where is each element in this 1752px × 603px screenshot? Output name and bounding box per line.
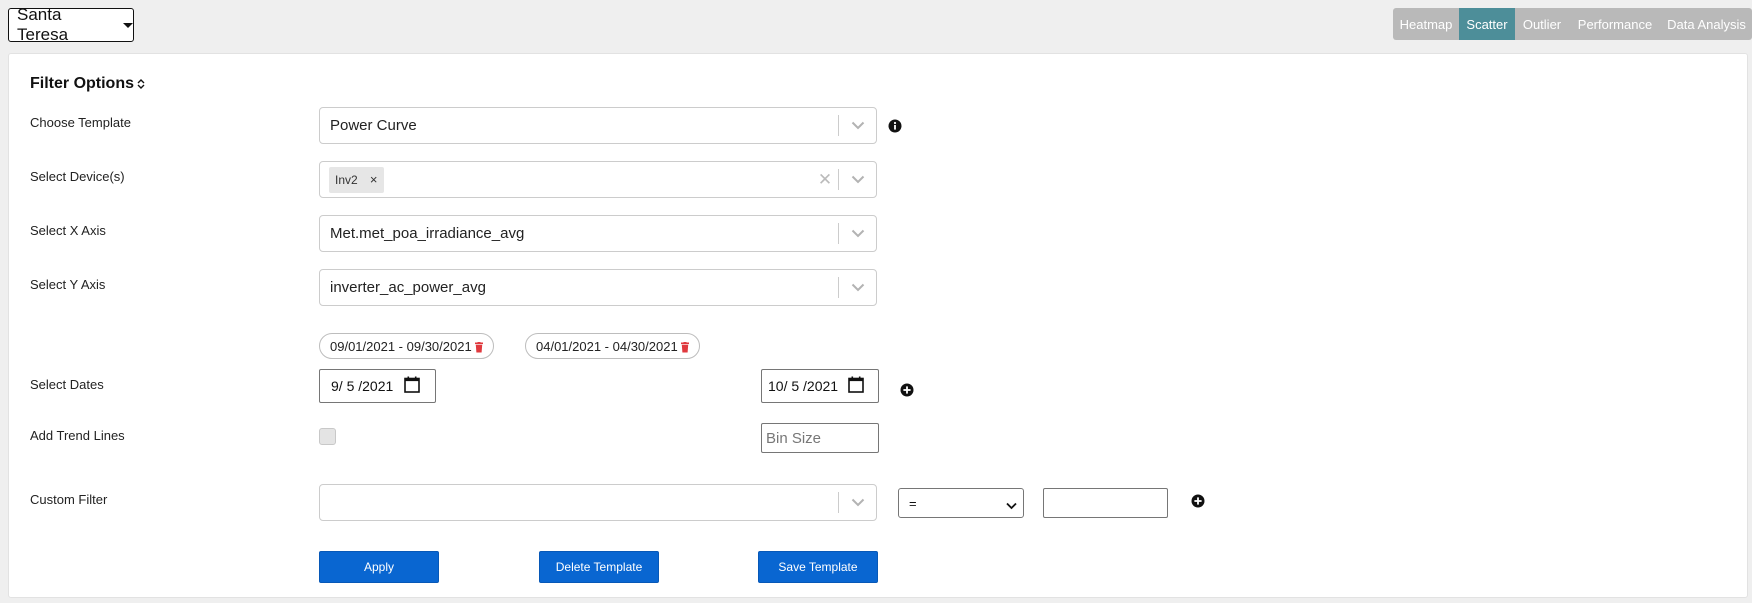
chip-remove-icon[interactable]: × xyxy=(364,167,384,193)
x-axis-value: Met.met_poa_irradiance_avg xyxy=(330,225,525,242)
site-selector[interactable]: Santa Teresa xyxy=(8,5,134,44)
trash-icon[interactable] xyxy=(680,341,690,352)
y-axis-select[interactable]: inverter_ac_power_avg xyxy=(319,269,877,306)
chevron-down-icon[interactable] xyxy=(839,216,876,251)
add-custom-filter-icon[interactable] xyxy=(1191,494,1205,508)
x-axis-select[interactable]: Met.met_poa_irradiance_avg xyxy=(319,215,877,252)
devices-label: Select Device(s) xyxy=(30,169,125,184)
x-axis-label: Select X Axis xyxy=(30,223,106,238)
tab-performance[interactable]: Performance xyxy=(1569,8,1661,40)
chevron-down-icon[interactable] xyxy=(839,108,876,143)
clear-icon[interactable]: ✕ xyxy=(812,162,838,197)
end-date-input[interactable]: 10/ 5 /2021 xyxy=(761,369,879,403)
custom-filter-value-input[interactable] xyxy=(1043,488,1168,518)
add-date-range-icon[interactable] xyxy=(900,383,914,397)
date-range-text: 09/01/2021 - 09/30/2021 xyxy=(330,338,472,354)
caret-down-icon xyxy=(123,22,133,28)
end-date-value: 10/ 5 /2021 xyxy=(768,378,839,394)
trend-lines-label: Add Trend Lines xyxy=(30,428,125,443)
bin-size-input[interactable] xyxy=(761,423,879,453)
tab-scatter[interactable]: Scatter xyxy=(1459,8,1515,40)
tab-heatmap[interactable]: Heatmap xyxy=(1393,8,1459,40)
device-chip-label: Inv2 xyxy=(335,172,358,187)
calendar-icon[interactable] xyxy=(848,376,864,396)
devices-multiselect[interactable]: Inv2 × ✕ xyxy=(319,161,877,198)
template-select[interactable]: Power Curve xyxy=(319,107,877,144)
trend-lines-checkbox[interactable] xyxy=(319,428,336,445)
view-tabs: Heatmap Scatter Outlier Performance Data… xyxy=(1393,8,1752,40)
trash-icon[interactable] xyxy=(474,341,484,352)
panel-title: Filter Options xyxy=(30,75,134,92)
chevron-down-icon[interactable] xyxy=(839,162,876,197)
date-range-text: 04/01/2021 - 04/30/2021 xyxy=(536,338,678,354)
custom-filter-field-select[interactable] xyxy=(319,484,877,521)
y-axis-value: inverter_ac_power_avg xyxy=(330,279,486,296)
start-date-input[interactable]: 9/ 5 /2021 xyxy=(319,369,436,403)
chevron-down-icon[interactable] xyxy=(839,485,876,520)
operator-select[interactable]: = xyxy=(898,488,1024,518)
collapse-chevron-icon xyxy=(137,79,145,89)
calendar-icon[interactable] xyxy=(404,376,421,396)
date-range-pill: 09/01/2021 - 09/30/2021 xyxy=(319,333,494,359)
save-template-button[interactable]: Save Template xyxy=(758,551,878,583)
dates-label: Select Dates xyxy=(30,377,104,392)
filter-panel: Filter Options Choose Template Power Cur… xyxy=(8,53,1748,598)
device-chip: Inv2 × xyxy=(329,166,384,193)
filter-options-toggle[interactable]: Filter Options xyxy=(30,75,145,93)
custom-filter-label: Custom Filter xyxy=(30,492,108,507)
delete-template-button[interactable]: Delete Template xyxy=(539,551,659,583)
chevron-down-icon[interactable] xyxy=(839,270,876,305)
site-selector-label: Santa Teresa xyxy=(17,5,69,44)
apply-button[interactable]: Apply xyxy=(319,551,439,583)
chevron-down-icon xyxy=(1006,498,1017,513)
y-axis-label: Select Y Axis xyxy=(30,277,106,292)
info-icon[interactable] xyxy=(888,119,902,133)
date-range-pill: 04/01/2021 - 04/30/2021 xyxy=(525,333,700,359)
tab-data-analysis[interactable]: Data Analysis xyxy=(1661,8,1752,40)
tab-outlier[interactable]: Outlier xyxy=(1515,8,1569,40)
start-date-value: 9/ 5 /2021 xyxy=(331,378,394,394)
template-value: Power Curve xyxy=(330,117,417,134)
template-label: Choose Template xyxy=(30,115,131,130)
operator-value: = xyxy=(909,495,917,511)
